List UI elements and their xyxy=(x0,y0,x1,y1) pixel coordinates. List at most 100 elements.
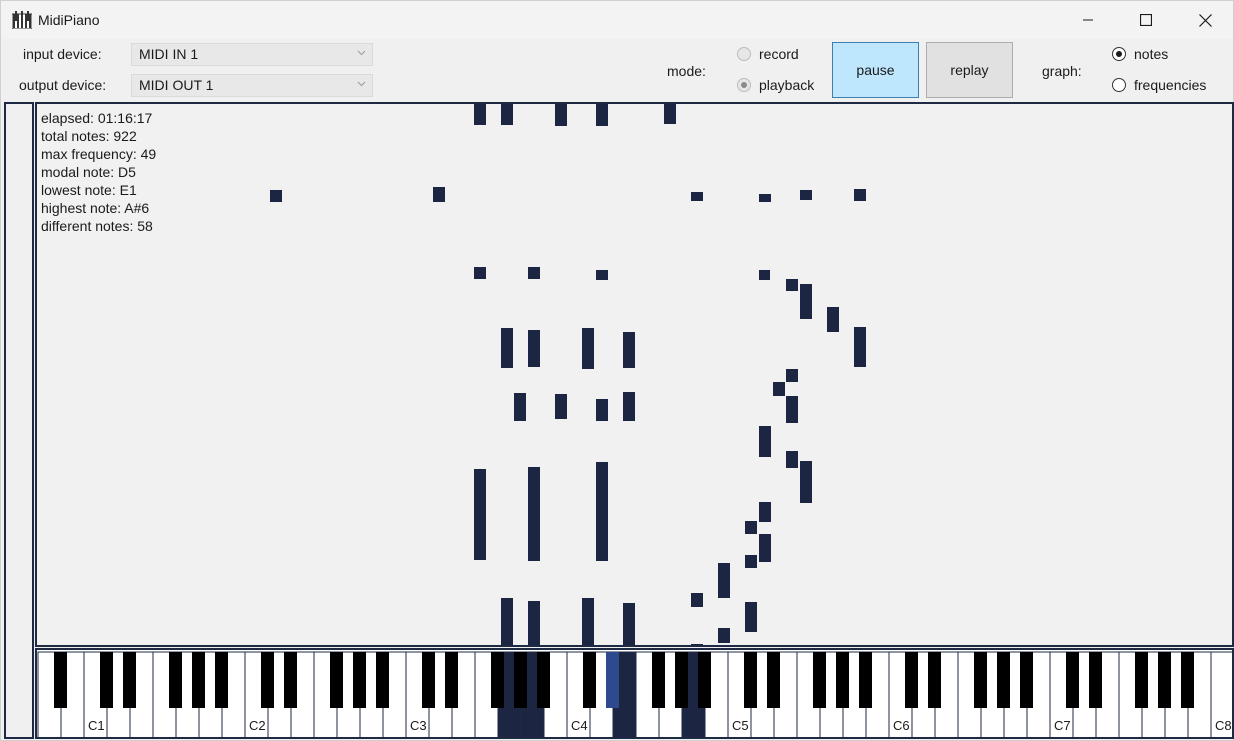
piano-keys[interactable]: C1 C2 C3 C4 C5 C6 C7 C8 xyxy=(37,650,1234,739)
output-device-label: output device: xyxy=(19,77,107,93)
note-block xyxy=(800,284,812,319)
octave-label: C5 xyxy=(732,718,749,733)
black-key[interactable] xyxy=(997,652,1010,708)
note-block xyxy=(745,555,757,568)
black-key[interactable] xyxy=(376,652,389,708)
playback-radio-label: playback xyxy=(759,77,815,93)
black-key[interactable] xyxy=(1158,652,1171,708)
replay-button[interactable]: replay xyxy=(926,42,1013,98)
frequencies-radio-label: frequencies xyxy=(1134,77,1207,93)
octave-label: C4 xyxy=(571,718,588,733)
note-block xyxy=(773,382,785,396)
black-key[interactable] xyxy=(1181,652,1194,708)
black-key[interactable] xyxy=(491,652,504,708)
notes-graph: elapsed: 01:16:17 total notes: 922 max f… xyxy=(35,102,1234,647)
note-block xyxy=(623,332,635,368)
playback-radio[interactable] xyxy=(737,78,751,92)
black-key[interactable] xyxy=(813,652,826,708)
frequencies-radio[interactable] xyxy=(1112,78,1126,92)
black-key[interactable] xyxy=(100,652,113,708)
note-block xyxy=(786,451,798,468)
note-block xyxy=(691,192,703,201)
note-block xyxy=(596,104,608,126)
output-device-value: MIDI OUT 1 xyxy=(139,77,214,93)
stat-max-frequency: max frequency: 49 xyxy=(41,146,157,162)
black-key[interactable] xyxy=(192,652,205,708)
note-block xyxy=(800,461,812,503)
note-block xyxy=(827,307,839,332)
black-key[interactable] xyxy=(652,652,665,708)
black-key[interactable] xyxy=(1066,652,1079,708)
notes-radio[interactable] xyxy=(1112,47,1126,61)
black-key[interactable] xyxy=(422,652,435,708)
octave-label: C6 xyxy=(893,718,910,733)
black-key[interactable] xyxy=(537,652,550,708)
stat-modal-note: modal note: D5 xyxy=(41,164,136,180)
piano-keyboard[interactable]: C1 C2 C3 C4 C5 C6 C7 C8 xyxy=(35,648,1234,739)
mode-label: mode: xyxy=(667,63,706,79)
octave-label: C1 xyxy=(88,718,105,733)
black-key[interactable] xyxy=(330,652,343,708)
black-key[interactable] xyxy=(1089,652,1102,708)
input-device-select[interactable]: MIDI IN 1 xyxy=(131,43,373,66)
black-key[interactable] xyxy=(1135,652,1148,708)
note-block xyxy=(718,563,730,598)
black-key[interactable] xyxy=(698,652,711,708)
note-block xyxy=(433,187,445,202)
black-key[interactable] xyxy=(606,652,619,708)
note-block xyxy=(474,104,486,125)
note-block xyxy=(501,598,513,645)
black-key[interactable] xyxy=(905,652,918,708)
note-block xyxy=(786,279,798,291)
black-key[interactable] xyxy=(353,652,366,708)
note-block xyxy=(691,644,703,645)
black-key[interactable] xyxy=(514,652,527,708)
record-radio-label: record xyxy=(759,46,799,62)
black-key[interactable] xyxy=(1020,652,1033,708)
black-key[interactable] xyxy=(836,652,849,708)
note-block xyxy=(501,328,513,368)
black-key[interactable] xyxy=(284,652,297,708)
note-block xyxy=(745,521,757,534)
black-key[interactable] xyxy=(583,652,596,708)
note-block xyxy=(582,328,594,369)
octave-label: C8 xyxy=(1215,718,1232,733)
radio-selected-dot xyxy=(1116,51,1122,57)
title-bar[interactable]: MidiPiano xyxy=(1,1,1233,39)
note-block xyxy=(501,104,513,125)
close-button[interactable] xyxy=(1176,1,1234,39)
output-device-select[interactable]: MIDI OUT 1 xyxy=(131,74,373,97)
black-key[interactable] xyxy=(445,652,458,708)
black-key[interactable] xyxy=(744,652,757,708)
pause-button[interactable]: pause xyxy=(832,42,919,98)
note-block xyxy=(800,190,812,200)
black-key[interactable] xyxy=(123,652,136,708)
note-block xyxy=(474,267,486,279)
record-radio[interactable] xyxy=(737,47,751,61)
note-block xyxy=(596,399,608,421)
note-block xyxy=(786,369,798,382)
note-block xyxy=(528,267,540,279)
note-block xyxy=(745,602,757,632)
black-key[interactable] xyxy=(675,652,688,708)
black-key[interactable] xyxy=(767,652,780,708)
radio-selected-dot xyxy=(741,82,747,88)
black-key[interactable] xyxy=(859,652,872,708)
black-key[interactable] xyxy=(928,652,941,708)
note-block xyxy=(854,327,866,367)
maximize-button[interactable] xyxy=(1117,1,1175,39)
stat-lowest-note: lowest note: E1 xyxy=(41,182,137,198)
statistics-panel: elapsed: 01:16:17 total notes: 922 max f… xyxy=(41,109,156,235)
minimize-button[interactable] xyxy=(1059,1,1117,39)
note-block xyxy=(596,270,608,280)
note-block xyxy=(786,396,798,423)
black-key[interactable] xyxy=(215,652,228,708)
note-block xyxy=(759,194,771,202)
octave-label: C2 xyxy=(249,718,266,733)
black-key[interactable] xyxy=(974,652,987,708)
black-key[interactable] xyxy=(54,652,67,708)
black-key[interactable] xyxy=(169,652,182,708)
black-key[interactable] xyxy=(261,652,274,708)
graph-label: graph: xyxy=(1042,63,1082,79)
note-block xyxy=(270,190,282,202)
